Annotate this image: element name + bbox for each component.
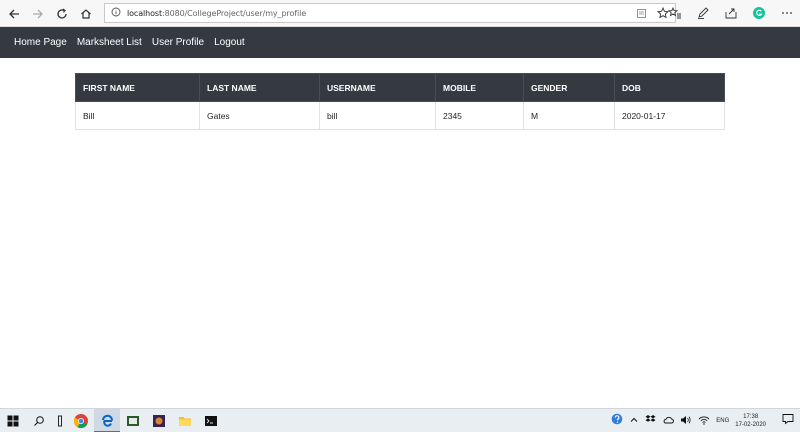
- share-icon[interactable]: [724, 6, 738, 20]
- more-options-icon[interactable]: [780, 6, 794, 20]
- wifi-icon[interactable]: [698, 412, 710, 430]
- clock-date: 17-02-2020: [735, 422, 766, 428]
- address-bar[interactable]: localhost:8080/CollegeProject/user/my_pr…: [104, 3, 676, 23]
- table-row: Bill Gates bill 2345 M 2020-01-17: [75, 101, 725, 130]
- home-icon[interactable]: [74, 2, 98, 26]
- help-icon[interactable]: [611, 412, 623, 430]
- system-tray: ENG 17:38 17-02-2020: [611, 409, 800, 432]
- cell-username: bill: [319, 101, 436, 130]
- clock[interactable]: 17:38 17-02-2020: [735, 413, 766, 429]
- table-header-row: FIRST NAME LAST NAME USERNAME MOBILE GEN…: [75, 73, 725, 102]
- grammarly-icon[interactable]: [752, 6, 766, 20]
- volume-icon[interactable]: [680, 412, 692, 430]
- chrome-icon[interactable]: [68, 409, 94, 432]
- cell-last-name: Gates: [199, 101, 320, 130]
- header-last-name: LAST NAME: [199, 73, 320, 102]
- dropbox-icon[interactable]: [645, 412, 656, 430]
- back-icon[interactable]: [2, 2, 26, 26]
- windows-taskbar: ENG 17:38 17-02-2020: [0, 408, 800, 432]
- profile-table-container: FIRST NAME LAST NAME USERNAME MOBILE GEN…: [75, 73, 725, 130]
- reading-view-icon[interactable]: [636, 6, 647, 24]
- info-icon[interactable]: [111, 4, 121, 22]
- header-first-name: FIRST NAME: [75, 73, 200, 102]
- nav-logout[interactable]: Logout: [214, 37, 245, 48]
- edge-icon[interactable]: [94, 408, 120, 432]
- header-username: USERNAME: [319, 73, 436, 102]
- cell-mobile: 2345: [435, 101, 524, 130]
- game-app-icon[interactable]: [146, 409, 172, 432]
- cell-dob: 2020-01-17: [614, 101, 725, 130]
- header-dob: DOB: [614, 73, 725, 102]
- onedrive-icon[interactable]: [662, 412, 675, 430]
- chevron-up-icon[interactable]: [629, 412, 639, 430]
- pen-icon[interactable]: [696, 6, 710, 20]
- header-gender: GENDER: [523, 73, 615, 102]
- app-navbar: Home Page Marksheet List User Profile Lo…: [0, 27, 800, 58]
- file-explorer-icon[interactable]: [172, 409, 198, 432]
- clock-time: 17:38: [743, 414, 759, 420]
- header-mobile: MOBILE: [435, 73, 524, 102]
- windows-start-icon[interactable]: [0, 409, 26, 432]
- nav-marksheet-list[interactable]: Marksheet List: [77, 37, 142, 48]
- browser-toolbar: localhost:8080/CollegeProject/user/my_pr…: [0, 0, 800, 27]
- nav-home-page[interactable]: Home Page: [14, 37, 67, 48]
- nav-user-profile[interactable]: User Profile: [152, 37, 204, 48]
- forward-icon[interactable]: [26, 2, 50, 26]
- cell-gender: M: [523, 101, 615, 130]
- refresh-icon[interactable]: [50, 2, 74, 26]
- language-indicator[interactable]: ENG: [716, 418, 729, 424]
- notifications-icon[interactable]: [782, 412, 794, 430]
- task-view-icon[interactable]: [52, 409, 68, 432]
- favorites-hub-icon[interactable]: [668, 6, 682, 20]
- search-icon[interactable]: [26, 409, 52, 432]
- terminal-icon[interactable]: [198, 409, 224, 432]
- profile-table: FIRST NAME LAST NAME USERNAME MOBILE GEN…: [75, 73, 725, 130]
- file-manager-app-icon[interactable]: [120, 409, 146, 432]
- url-text: localhost:8080/CollegeProject/user/my_pr…: [127, 8, 307, 18]
- cell-first-name: Bill: [75, 101, 200, 130]
